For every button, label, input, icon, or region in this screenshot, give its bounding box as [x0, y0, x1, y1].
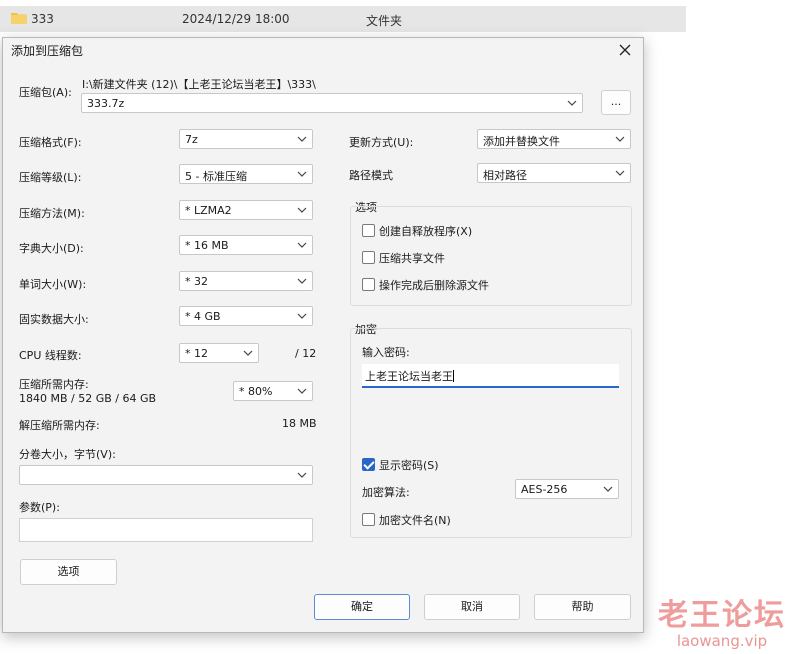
- password-value: 上老王论坛当老王: [365, 370, 453, 383]
- chevron-down-icon: [615, 136, 625, 142]
- format-value: 7z: [185, 133, 198, 146]
- update-mode-label: 更新方式(U):: [349, 136, 414, 149]
- params-label: 参数(P):: [19, 501, 60, 514]
- folder-icon: [11, 13, 27, 24]
- show-password-label[interactable]: 显示密码(S): [379, 457, 439, 473]
- update-mode-select[interactable]: 添加并替换文件: [477, 129, 631, 149]
- explorer-file-date: 2024/12/29 18:00: [182, 12, 290, 26]
- archive-name-value: 333.7z: [87, 97, 125, 110]
- format-label: 压缩格式(F):: [19, 136, 82, 149]
- dict-select[interactable]: * 16 MB: [179, 235, 313, 255]
- text-caret: [453, 370, 454, 382]
- format-select[interactable]: 7z: [179, 129, 313, 149]
- word-value: * 32: [185, 275, 208, 288]
- close-icon: [619, 44, 631, 56]
- threads-total: / 12: [295, 347, 317, 360]
- path-mode-select[interactable]: 相对路径: [477, 163, 631, 183]
- method-select[interactable]: * LZMA2: [179, 200, 313, 220]
- shared-files-checkbox[interactable]: [362, 251, 375, 264]
- volume-size-label: 分卷大小，字节(V):: [19, 448, 116, 461]
- add-to-archive-dialog: 添加到压缩包 压缩包(A): I:\新建文件夹 (12)\【上老王论坛当老王】\…: [2, 37, 644, 633]
- method-value: * LZMA2: [185, 204, 232, 217]
- explorer-file-name: 333: [31, 12, 54, 26]
- encryption-method-select[interactable]: AES-256: [515, 479, 619, 499]
- archive-label: 压缩包(A):: [19, 86, 72, 99]
- chevron-down-icon: [297, 313, 307, 319]
- archive-path: I:\新建文件夹 (12)\【上老王论坛当老王】\333\: [82, 78, 316, 91]
- path-mode-label: 路径模式: [349, 169, 393, 182]
- watermark-url: laowang.vip: [676, 632, 768, 650]
- delete-after-checkbox[interactable]: [362, 278, 375, 291]
- threads-value: * 12: [185, 347, 208, 360]
- chevron-down-icon: [297, 242, 307, 248]
- threads-select[interactable]: * 12: [179, 343, 259, 363]
- method-label: 压缩方法(M):: [19, 207, 85, 220]
- word-select[interactable]: * 32: [179, 271, 313, 291]
- archive-name-combo[interactable]: 333.7z: [81, 93, 583, 113]
- show-password-checkbox[interactable]: [362, 458, 375, 471]
- password-input[interactable]: 上老王论坛当老王: [362, 364, 619, 388]
- browse-button[interactable]: ...: [601, 90, 631, 115]
- encrypt-names-label[interactable]: 加密文件名(N): [379, 512, 451, 528]
- cancel-button[interactable]: 取消: [424, 594, 520, 620]
- site-watermark: 老王论坛 laowang.vip: [658, 590, 786, 650]
- decompress-memory-value: 18 MB: [282, 417, 317, 430]
- dict-value: * 16 MB: [185, 239, 229, 252]
- chevron-down-icon: [567, 100, 577, 106]
- chevron-down-icon: [297, 278, 307, 284]
- dialog-title: 添加到压缩包: [11, 44, 84, 58]
- decompress-memory-label: 解压缩所需内存:: [19, 419, 100, 432]
- memory-select[interactable]: * 80%: [233, 381, 313, 401]
- chevron-down-icon: [297, 388, 307, 394]
- memory-detail: 1840 MB / 52 GB / 64 GB: [19, 392, 157, 405]
- chevron-down-icon: [603, 486, 613, 492]
- chevron-down-icon: [243, 350, 253, 356]
- sfx-label[interactable]: 创建自释放程序(X): [379, 223, 472, 239]
- watermark-title: 老王论坛: [658, 598, 786, 633]
- level-select[interactable]: 5 - 标准压缩: [179, 164, 313, 184]
- options-button[interactable]: 选项: [20, 559, 117, 585]
- solid-select[interactable]: * 4 GB: [179, 306, 313, 326]
- level-label: 压缩等级(L):: [19, 171, 82, 184]
- solid-value: * 4 GB: [185, 310, 221, 323]
- encryption-method-value: AES-256: [521, 483, 568, 496]
- path-mode-value: 相对路径: [483, 169, 527, 182]
- delete-after-label[interactable]: 操作完成后删除源文件: [379, 277, 489, 293]
- chevron-down-icon: [297, 472, 307, 478]
- chevron-down-icon: [297, 207, 307, 213]
- ok-button[interactable]: 确定: [314, 594, 410, 620]
- memory-label: 压缩所需内存:: [19, 378, 89, 391]
- solid-label: 固实数据大小:: [19, 313, 89, 326]
- chevron-down-icon: [615, 170, 625, 176]
- chevron-down-icon: [297, 171, 307, 177]
- explorer-file-row[interactable]: 333 2024/12/29 18:00 文件夹: [0, 6, 686, 32]
- threads-label: CPU 线程数:: [19, 349, 82, 362]
- shared-files-label[interactable]: 压缩共享文件: [379, 250, 445, 266]
- password-label: 输入密码:: [362, 346, 410, 359]
- dict-label: 字典大小(D):: [19, 242, 84, 255]
- dialog-titlebar[interactable]: 添加到压缩包: [3, 38, 643, 62]
- encrypt-names-checkbox[interactable]: [362, 513, 375, 526]
- sfx-checkbox[interactable]: [362, 224, 375, 237]
- params-input[interactable]: [19, 518, 313, 542]
- help-button[interactable]: 帮助: [534, 594, 631, 620]
- explorer-file-type: 文件夹: [366, 14, 403, 28]
- word-label: 单词大小(W):: [19, 278, 87, 291]
- update-mode-value: 添加并替换文件: [483, 135, 560, 148]
- chevron-down-icon: [297, 136, 307, 142]
- level-value: 5 - 标准压缩: [185, 170, 247, 183]
- volume-size-combo[interactable]: [19, 465, 313, 485]
- memory-value: * 80%: [239, 385, 273, 398]
- encryption-method-label: 加密算法:: [362, 486, 410, 499]
- close-button[interactable]: [613, 40, 637, 60]
